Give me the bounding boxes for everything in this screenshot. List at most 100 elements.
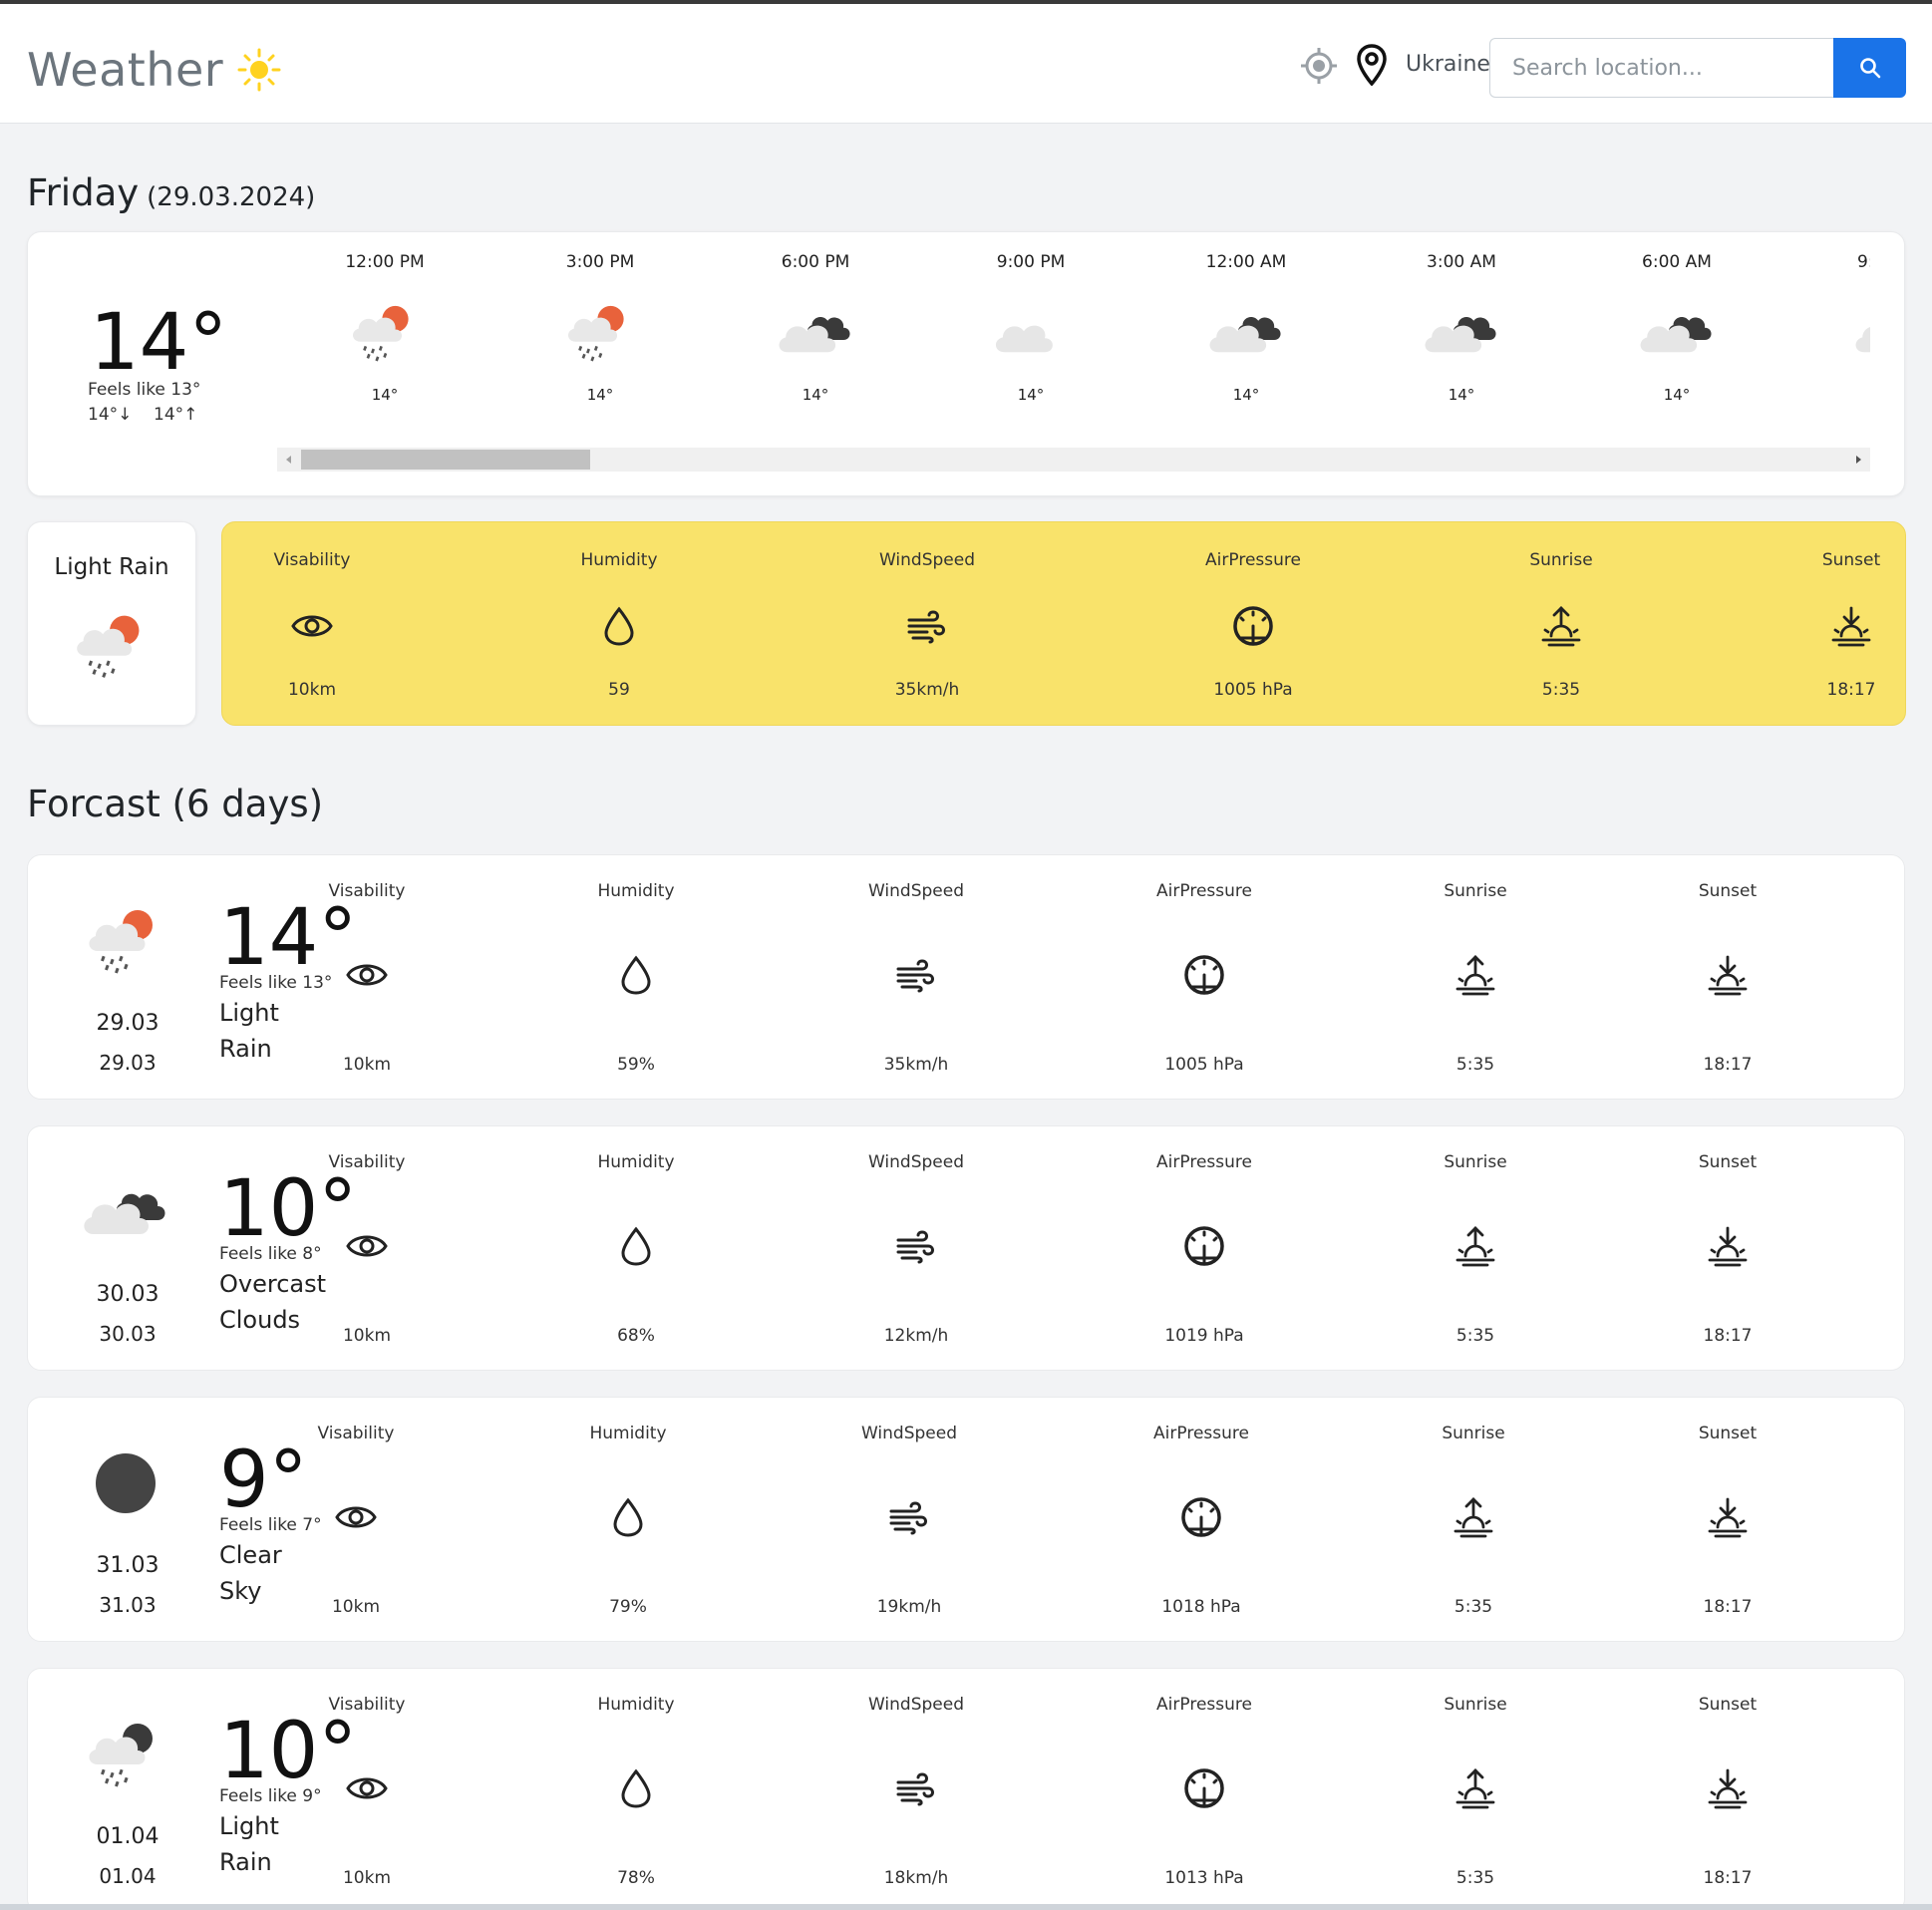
current-temperature: 14° [90,298,228,388]
moon-icon [78,1443,173,1523]
forecast-metric-label: Visability [328,881,406,901]
broken-clouds-icon [1631,298,1723,368]
brand[interactable]: Weather [27,38,281,102]
forecast-date-secondary: 29.03 [99,1051,157,1075]
hour-item[interactable]: 12:00 AM 14° [1138,252,1354,412]
forecast-day-card[interactable]: 31.03 31.03 9° Feels like 7° Clear Sky Visabil… [27,1397,1905,1642]
forecast-date: 29.03 [96,1011,160,1036]
forecast-metric-label: AirPressure [1153,1424,1249,1443]
forecast-metric-label: Humidity [589,1424,667,1443]
search-icon [1859,58,1880,79]
broken-clouds-icon [78,1172,173,1252]
forecast-windspeed: WindSpeed 12km/h [826,1126,1006,1372]
sunset-icon [1706,1495,1750,1539]
forecast-metric-label: Sunrise [1442,1424,1505,1443]
hour-item[interactable]: 3:00 AM 14° [1354,252,1569,412]
sunrise-icon [1453,1766,1497,1810]
hour-item[interactable]: 6:00 PM 14° [708,252,923,412]
scrollbar-thumb[interactable] [301,450,590,470]
detail-label: AirPressure [1205,550,1301,570]
day-name: Friday [27,171,140,214]
hour-time: 6:00 AM [1642,252,1712,272]
forecast-metric-value: 12km/h [883,1326,949,1346]
rain-sun-icon [339,298,431,368]
forecast-metric-label: AirPressure [1156,1695,1252,1715]
search-bar [1489,38,1906,98]
hour-item[interactable]: 12:00 PM 14° [277,252,492,412]
hour-time: 9:00 AM [1857,252,1870,272]
forecast-metric-value: 35km/h [883,1055,949,1075]
forecast-metric-label: Humidity [597,1152,675,1172]
scroll-right-arrow-icon[interactable] [1846,448,1870,472]
forecast-sunset: Sunset 18:17 [1638,1126,1817,1372]
forecast-metric-value: 5:35 [1455,1326,1495,1346]
rain-sun-icon [554,298,646,368]
detail-label: Sunrise [1529,550,1593,570]
forecast-metric-value: 78% [617,1868,655,1888]
forecast-date: 01.04 [96,1824,160,1849]
sunrise-icon [1453,953,1497,997]
forecast-humidity: Humidity 79% [538,1398,718,1643]
hourly-scrollbar[interactable] [277,448,1870,472]
forecast-date: 31.03 [96,1553,160,1578]
forecast-metric-value: 10km [342,1868,392,1888]
crosshair-icon[interactable] [1301,48,1337,84]
day-date: (29.03.2024) [147,182,316,212]
forecast-metric-value: 18:17 [1703,1326,1753,1346]
forecast-airpressure: AirPressure 1019 hPa [1115,1126,1294,1372]
forecast-metric-value: 68% [617,1326,655,1346]
min-temperature: 14°↓ [88,405,133,425]
sunset-icon [1829,604,1873,648]
forecast-day-card[interactable]: 30.03 30.03 10° Feels like 8° Overcast Clouds… [27,1125,1905,1371]
hourly-list[interactable]: 12:00 PM 14° 3:00 PM 14° 6:00 PM 14° 9:00 PM 14… [277,252,1870,412]
forecast-windspeed: WindSpeed 35km/h [826,855,1006,1101]
today-heading: Friday (29.03.2024) [27,171,315,214]
hour-item[interactable]: 6:00 AM 14° [1569,252,1784,412]
forecast-sunset: Sunset 18:17 [1638,1669,1817,1910]
forecast-sunrise: Sunrise 5:35 [1386,1126,1565,1372]
forecast-metric-label: Visability [328,1695,406,1715]
wind-icon [905,604,949,648]
map-pin-icon[interactable] [1356,44,1388,86]
broken-clouds-icon [1200,298,1292,368]
droplet-icon [597,604,641,648]
forecast-metric-value: 18km/h [883,1868,949,1888]
detail-humidity: Humidity 59 [529,522,709,727]
wind-icon [894,953,938,997]
sunset-icon [1706,1766,1750,1810]
sunrise-icon [1539,604,1583,648]
detail-visability: Visability 10km [222,522,402,727]
forecast-heading: Forcast (6 days) [27,783,324,825]
forecast-metric-value: 18:17 [1703,1055,1753,1075]
forecast-metric-label: Humidity [597,881,675,901]
forecast-metric-label: Sunrise [1444,1152,1507,1172]
forecast-humidity: Humidity 68% [546,1126,726,1372]
forecast-metric-label: Humidity [597,1695,675,1715]
hour-time: 3:00 AM [1427,252,1496,272]
forecast-metric-value: 1019 hPa [1164,1326,1244,1346]
forecast-airpressure: AirPressure 1005 hPa [1115,855,1294,1101]
sun-icon [237,48,281,92]
hourly-forecast-card: 14° Feels like 13° 14°↓ 14°↑ 12:00 PM 14°… [27,231,1905,496]
forecast-metric-label: Sunset [1698,1695,1758,1715]
forecast-visability: Visability 10km [277,855,457,1101]
forecast-humidity: Humidity 78% [546,1669,726,1910]
search-button[interactable] [1833,38,1906,98]
hour-time: 12:00 PM [345,252,425,272]
rain-sun-icon [78,901,173,981]
gauge-icon [1182,1766,1226,1810]
detail-windspeed: WindSpeed 35km/h [837,522,1017,727]
forecast-day-card[interactable]: 01.04 01.04 10° Feels like 9° Light Rain Visab… [27,1668,1905,1910]
hour-item[interactable]: 9:00 AM 14° [1784,252,1870,412]
rain-sun-icon [66,606,160,686]
forecast-metric-label: Sunset [1698,1424,1758,1443]
forecast-day-card[interactable]: 29.03 29.03 14° Feels like 13° Light Rain Visa… [27,854,1905,1100]
forecast-metric-label: Visability [317,1424,395,1443]
forecast-sunrise: Sunrise 5:35 [1386,855,1565,1101]
hour-item[interactable]: 3:00 PM 14° [492,252,708,412]
hour-item[interactable]: 9:00 PM 14° [923,252,1138,412]
sunrise-icon [1451,1495,1495,1539]
hour-temperature: 14° [1663,386,1691,404]
scroll-left-arrow-icon[interactable] [277,448,301,472]
search-input[interactable] [1489,38,1833,98]
